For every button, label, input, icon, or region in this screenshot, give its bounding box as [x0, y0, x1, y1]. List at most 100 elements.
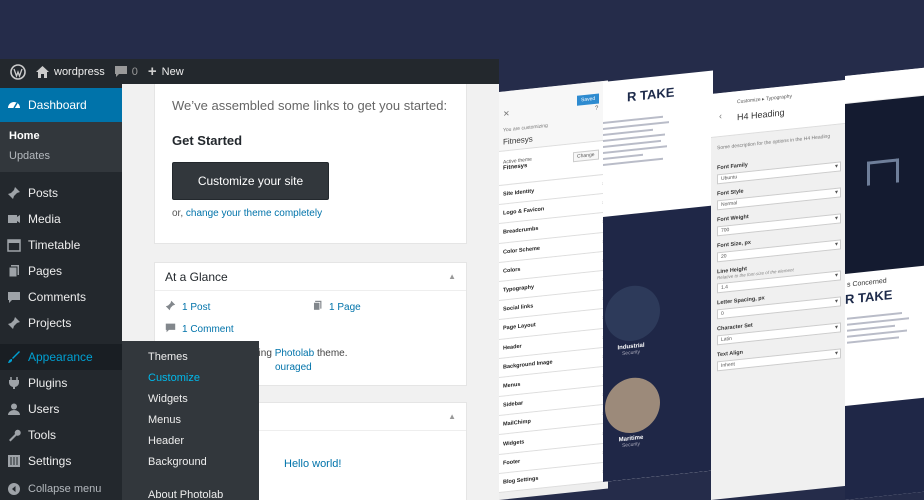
new-content-link[interactable]: + New [147, 62, 184, 80]
glance-comments-link[interactable]: 1 Comment [165, 322, 234, 336]
menu-timetable-label: Timetable [28, 238, 81, 252]
plus-icon: + [147, 62, 157, 80]
site-preview-card-2: s Concerned R TAKE [845, 67, 924, 500]
dashboard-submenu: Home Updates [0, 122, 122, 172]
or-text: or, [172, 208, 184, 219]
flyout-customize[interactable]: Customize [122, 368, 259, 389]
customizer-section-label: Sidebar [503, 400, 524, 409]
theme-link[interactable]: Photolab [275, 348, 314, 359]
menu-timetable[interactable]: Timetable [0, 232, 122, 258]
menu-users[interactable]: Users [0, 396, 122, 422]
hello-world-link[interactable]: Hello world! [284, 458, 341, 470]
glance-pages-link[interactable]: 1 Page [312, 300, 361, 314]
submenu-updates[interactable]: Updates [0, 146, 122, 166]
customizer-section-label: Header [503, 343, 522, 352]
change-theme-link[interactable]: change your theme completely [186, 208, 322, 219]
glance-posts-link[interactable]: 1 Post [165, 300, 210, 314]
new-label: New [161, 65, 184, 78]
site-preview-card: R TAKE Industrial Security Maritime Securi… [603, 70, 713, 482]
calendar-icon [7, 238, 21, 252]
service-subtitle: Security [621, 441, 641, 450]
customizer-section-label: Background Image [503, 359, 553, 371]
close-icon[interactable]: ✕ [503, 109, 510, 119]
menu-posts[interactable]: Posts [0, 180, 122, 206]
saved-button[interactable]: Saved [577, 93, 600, 106]
flyout-menus[interactable]: Menus [122, 410, 259, 431]
site-name: wordpress [54, 65, 105, 78]
typography-breadcrumb: Customize ▸ Typography [737, 93, 792, 106]
comment-icon [7, 290, 21, 304]
flyout-background[interactable]: Background [122, 452, 259, 473]
customizer-section-label: Typography [503, 284, 535, 294]
menu-media[interactable]: Media [0, 206, 122, 232]
at-a-glance-header[interactable]: At a Glance ▲ [155, 263, 466, 291]
flyout-widgets[interactable]: Widgets [122, 389, 259, 410]
menu-projects[interactable]: Projects [0, 310, 122, 336]
menu-appearance-label: Appearance [28, 350, 93, 364]
customizer-section-label: Logo & Favicon [503, 206, 545, 217]
paintbrush-icon [7, 350, 21, 364]
collapse-menu-button[interactable]: Collapse menu [0, 476, 122, 500]
glance-comments-label: 1 Comment [182, 323, 234, 335]
welcome-intro: We’ve assembled some links to get you st… [172, 98, 448, 113]
home-icon [36, 65, 49, 78]
menu-settings[interactable]: Settings [0, 448, 122, 474]
search-engines-discouraged-link[interactable]: ouraged [275, 362, 312, 373]
pushpin-icon [7, 316, 21, 330]
comment-bubble-icon [114, 66, 127, 77]
preview-text-lines [603, 111, 673, 166]
collapse-caret-icon[interactable]: ▲ [448, 272, 456, 281]
customizer-section-list: Site Identity›Logo & Favicon›Breadcrumbs… [499, 174, 608, 493]
customizer-section-label: MailChimp [503, 419, 531, 428]
pages-icon [312, 300, 323, 314]
menu-projects-label: Projects [28, 316, 72, 330]
site-name-link[interactable]: wordpress [36, 65, 105, 78]
menu-tools[interactable]: Tools [0, 422, 122, 448]
menu-tools-label: Tools [28, 428, 57, 442]
customizing-label: You are customizing [503, 122, 548, 134]
preview-heading: R TAKE [627, 84, 675, 105]
customizer-section-label: Social links [503, 303, 534, 313]
customizing-site-title: Fitnesys [503, 134, 533, 147]
menu-comments[interactable]: Comments [0, 284, 122, 310]
flyout-themes[interactable]: Themes [122, 347, 259, 368]
submenu-home[interactable]: Home [0, 126, 122, 146]
customizer-section-label: Site Identity [503, 188, 535, 198]
wordpress-logo-icon[interactable] [10, 63, 26, 80]
comments-count: 0 [131, 65, 138, 78]
customizer-section-label: Blog Settings [503, 475, 539, 486]
collapse-caret-icon[interactable]: ▲ [448, 412, 456, 421]
menu-plugins[interactable]: Plugins [0, 370, 122, 396]
welcome-panel: We’ve assembled some links to get you st… [154, 84, 467, 244]
flyout-header[interactable]: Header [122, 431, 259, 452]
help-icon[interactable]: ? [595, 106, 598, 112]
settings-sliders-icon [7, 454, 21, 468]
menu-users-label: Users [28, 402, 60, 416]
hero-image [845, 95, 924, 274]
services-section: Industrial Security Maritime Security [603, 205, 713, 482]
glance-pages-label: 1 Page [329, 301, 361, 313]
customize-site-button[interactable]: Customize your site [172, 162, 329, 200]
at-a-glance-title: At a Glance [165, 269, 228, 284]
menu-pages[interactable]: Pages [0, 258, 122, 284]
screenshot-stage: wordpress 0 + New Dashboard Home Updates… [0, 0, 924, 500]
comments-link[interactable]: 0 [114, 65, 138, 78]
customizer-section-label: Color Scheme [503, 245, 540, 256]
customizer-section-label: Widgets [503, 438, 525, 448]
menu-appearance[interactable]: Appearance [0, 344, 122, 370]
collapse-menu-label: Collapse menu [28, 483, 102, 495]
chevron-left-icon[interactable]: ‹ [719, 111, 722, 121]
preview-heading: R TAKE [845, 287, 893, 307]
collapse-arrow-icon [7, 482, 21, 496]
get-started-heading: Get Started [172, 133, 243, 148]
wrench-icon [7, 428, 21, 442]
menu-dashboard[interactable]: Dashboard [0, 88, 122, 122]
theme-suffix: theme. [316, 348, 348, 359]
running-theme-text: ning Photolab theme. [253, 348, 348, 359]
media-icon [7, 212, 21, 226]
customizer-section-label: Page Layout [503, 322, 536, 332]
customizer-sections-card: Saved ✕ ? You are customizing Fitnesys A… [499, 80, 608, 500]
menu-posts-label: Posts [28, 186, 59, 200]
flyout-about-photolab[interactable]: About Photolab [122, 485, 259, 500]
glance-posts-label: 1 Post [182, 301, 211, 313]
